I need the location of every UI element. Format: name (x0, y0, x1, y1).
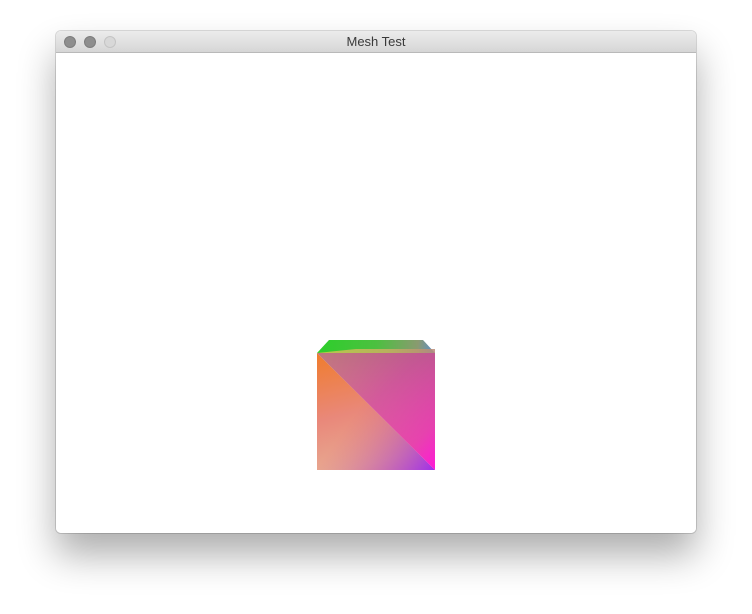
window-title: Mesh Test (346, 34, 406, 49)
app-window: Mesh Test (56, 31, 696, 533)
mesh-cube (317, 340, 435, 470)
window-titlebar[interactable]: Mesh Test (56, 31, 696, 53)
desktop: Mesh Test (0, 0, 752, 614)
render-viewport[interactable] (56, 53, 696, 533)
